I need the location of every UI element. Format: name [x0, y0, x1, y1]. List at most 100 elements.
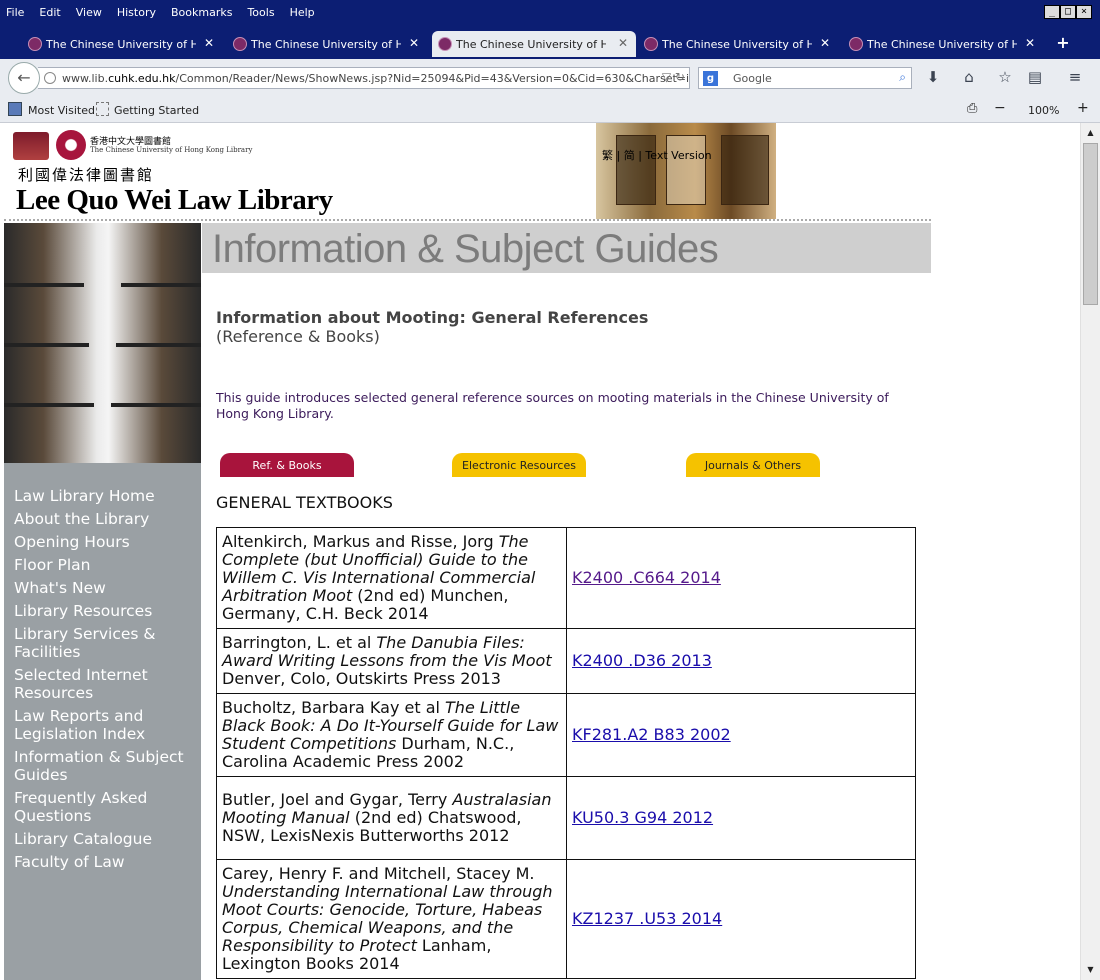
reload-icon[interactable]: ▽ ↻ [662, 70, 685, 84]
sidebar-item-law-reports[interactable]: Law Reports and Legislation Index [14, 707, 194, 743]
tab-title: The Chinese University of H... [662, 37, 812, 51]
scroll-down-arrow-icon[interactable]: ▼ [1082, 961, 1099, 978]
book-authors: Carey, Henry F. and Mitchell, Stacey M. [222, 864, 535, 883]
maximize-button[interactable]: □ [1060, 5, 1076, 19]
google-icon: g [703, 71, 718, 86]
book-title: Understanding International Law through … [222, 882, 553, 955]
vertical-scrollbar[interactable]: ▲ ▼ [1080, 123, 1100, 980]
browser-tab[interactable]: The Chinese University of H... ✕ [843, 31, 1043, 57]
sidebar-item-opening-hours[interactable]: Opening Hours [14, 533, 194, 551]
browser-tab[interactable]: The Chinese University of H... ✕ [638, 31, 838, 57]
search-input[interactable]: g Google ⌕ [698, 67, 912, 89]
tab-close-icon[interactable]: ✕ [820, 36, 830, 50]
sidebar-item-library-resources[interactable]: Library Resources [14, 602, 194, 620]
shelf-line [4, 343, 89, 347]
sidebar-item-faculty-of-law[interactable]: Faculty of Law [14, 853, 194, 871]
sidebar-item-library-services[interactable]: Library Services & Facilities [14, 625, 194, 661]
sidebar-item-subject-guides[interactable]: Information & Subject Guides [14, 748, 194, 784]
call-number-link[interactable]: KZ1237 .U53 2014 [572, 909, 722, 928]
section-heading: GENERAL TEXTBOOKS [216, 493, 393, 512]
tab-title: The Chinese University of H... [867, 37, 1017, 51]
book-authors: Butler, Joel and Gygar, Terry [222, 790, 453, 809]
tab-close-icon[interactable]: ✕ [1025, 36, 1035, 50]
library-logo[interactable]: 香港中文大學圖書館 The Chinese University of Hong… [10, 128, 350, 220]
menu-file[interactable]: File [6, 6, 24, 19]
menu-tools[interactable]: Tools [247, 6, 274, 19]
bookmark-getting-started[interactable]: Getting Started [114, 104, 199, 117]
table-row: Carey, Henry F. and Mitchell, Stacey M. … [216, 859, 916, 979]
print-icon[interactable]: ⎙ [967, 101, 977, 116]
guide-intro: This guide introduces selected general r… [216, 390, 889, 421]
tab-bar: The Chinese University of H... ✕ The Chi… [0, 28, 1100, 59]
new-tab-button[interactable]: + [1053, 33, 1073, 53]
sidebar-item-catalogue[interactable]: Library Catalogue [14, 830, 194, 848]
sidebar-item-whats-new[interactable]: What's New [14, 579, 194, 597]
tab-electronic-resources[interactable]: Electronic Resources [452, 453, 586, 477]
table-row: Butler, Joel and Gygar, Terry Australasi… [216, 776, 916, 860]
call-number-link[interactable]: KU50.3 G94 2012 [572, 808, 713, 827]
minimize-button[interactable]: _ [1044, 5, 1060, 19]
hamburger-menu-icon[interactable]: ≡ [1065, 68, 1085, 86]
display-cabinet [666, 135, 706, 205]
url-path: /Common/Reader/News/ShowNews.jsp?Nid=250… [175, 72, 690, 85]
tab-close-icon[interactable]: ✕ [204, 36, 214, 50]
menu-bar: File Edit View History Bookmarks Tools H… [0, 0, 1100, 28]
browser-tab-active[interactable]: The Chinese University of H... ✕ [432, 31, 636, 57]
cuhk-favicon-icon [438, 37, 452, 51]
library-interior-photo [596, 123, 776, 219]
tab-journals-others[interactable]: Journals & Others [686, 453, 820, 477]
menu-help[interactable]: Help [290, 6, 315, 19]
zoom-out-button[interactable]: − [994, 100, 1006, 116]
browser-tab[interactable]: The Chinese University of H... ✕ [227, 31, 427, 57]
globe-icon [44, 72, 56, 84]
tab-ref-books[interactable]: Ref. & Books [220, 453, 354, 477]
language-switch[interactable]: 繁 | 简 | Text Version [602, 147, 712, 163]
table-row: Barrington, L. et al The Danubia Files: … [216, 628, 916, 694]
most-visited-icon [8, 102, 22, 116]
menu-history[interactable]: History [117, 6, 156, 19]
bookmark-star-icon[interactable]: ☆ [995, 68, 1015, 86]
reading-list-icon[interactable]: ▤ [1025, 68, 1045, 86]
menu-bookmarks[interactable]: Bookmarks [171, 6, 232, 19]
scrollbar-thumb[interactable] [1083, 143, 1098, 305]
url-bar[interactable]: www.lib.cuhk.edu.hk/Common/Reader/News/S… [38, 67, 690, 89]
close-window-button[interactable]: × [1076, 5, 1092, 19]
tab-close-icon[interactable]: ✕ [409, 36, 419, 50]
tab-title: The Chinese University of H... [456, 37, 606, 51]
guide-title: Information about Mooting: General Refer… [216, 308, 649, 327]
call-number-link[interactable]: KF281.A2 B83 2002 [572, 725, 731, 744]
cuhk-favicon-icon [28, 37, 42, 51]
university-name-en: The Chinese University of Hong Kong Libr… [90, 146, 253, 154]
zoom-level[interactable]: 100% [1028, 104, 1059, 117]
call-number-link[interactable]: K2400 .D36 2013 [572, 651, 712, 670]
sidebar-item-floor-plan[interactable]: Floor Plan [14, 556, 194, 574]
cuhk-favicon-icon [233, 37, 247, 51]
back-button[interactable]: ← [8, 62, 40, 94]
call-number-cell: K2400 .D36 2013 [566, 628, 916, 694]
bookmark-most-visited[interactable]: Most Visited [28, 104, 95, 117]
browser-tab[interactable]: The Chinese University of H... ✕ [22, 31, 222, 57]
sidebar-item-law-library-home[interactable]: Law Library Home [14, 487, 194, 505]
display-cabinet [616, 135, 656, 205]
zoom-in-button[interactable]: + [1077, 100, 1089, 116]
call-number-link[interactable]: K2400 .C664 2014 [572, 568, 721, 587]
tab-close-icon[interactable]: ✕ [618, 36, 628, 50]
table-row: Bucholtz, Barbara Kay et al The Little B… [216, 693, 916, 777]
tab-title: The Chinese University of H... [46, 37, 196, 51]
textbooks-table: Altenkirch, Markus and Risse, Jorg The C… [216, 527, 916, 979]
download-icon[interactable]: ⬇ [923, 68, 943, 86]
shelf-line [111, 403, 201, 407]
shelf-line [116, 343, 201, 347]
home-icon[interactable]: ⌂ [959, 68, 979, 86]
scroll-up-arrow-icon[interactable]: ▲ [1082, 124, 1099, 141]
menu-edit[interactable]: Edit [39, 6, 60, 19]
search-icon[interactable]: ⌕ [899, 70, 906, 85]
sidebar-item-about[interactable]: About the Library [14, 510, 194, 528]
book-authors: Altenkirch, Markus and Risse, Jorg [222, 532, 499, 551]
shelf-line [4, 403, 94, 407]
menu-view[interactable]: View [76, 6, 102, 19]
call-number-cell: KZ1237 .U53 2014 [566, 859, 916, 979]
sidebar-item-internet-resources[interactable]: Selected Internet Resources [14, 666, 194, 702]
sidebar-item-faq[interactable]: Frequently Asked Questions [14, 789, 194, 825]
citation-cell: Butler, Joel and Gygar, Terry Australasi… [216, 776, 567, 860]
